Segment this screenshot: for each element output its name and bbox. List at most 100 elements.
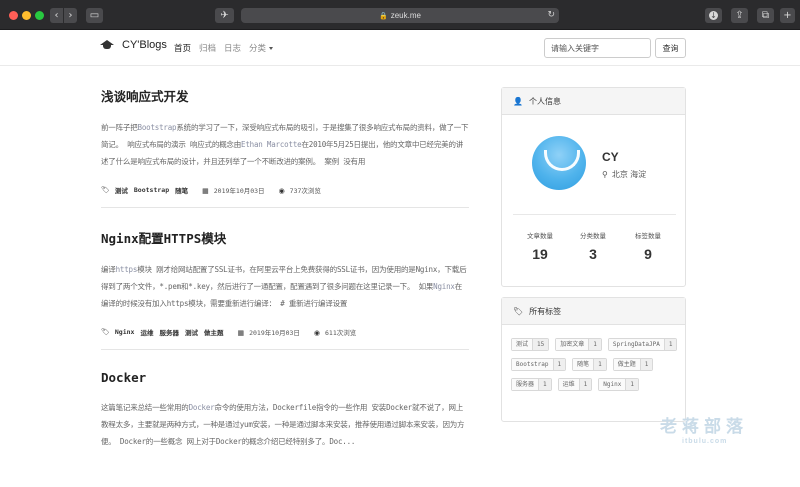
search-input[interactable]	[544, 38, 651, 58]
tags-panel-header: 🏷 所有标签	[502, 298, 685, 325]
back-icon[interactable]: ‹	[50, 8, 63, 23]
tags-panel: 🏷 所有标签 测试 15 加密文章 1 SpringDataJPA 1 Bootstrap 1 随…	[501, 297, 686, 422]
stat-categories[interactable]: 分类数量 3	[568, 230, 618, 262]
tag-icon: 🏷	[101, 328, 110, 336]
map-marker-icon: ⚲	[602, 170, 608, 179]
forward-icon[interactable]: ›	[64, 8, 77, 23]
caret-down-icon	[269, 47, 274, 51]
calendar-icon: ▦	[202, 187, 209, 195]
stat-label: 文章数量	[527, 233, 553, 240]
downloads-button[interactable]: ↓	[705, 8, 722, 23]
minimize-window-button[interactable]	[22, 11, 31, 20]
post-tag-link[interactable]: 做主题	[204, 327, 224, 337]
address-bar[interactable]: 🔒 zeuk.me ↻	[241, 8, 559, 23]
post-tag-link[interactable]: 服务器	[159, 327, 179, 337]
tag-chip-count: 1	[663, 339, 677, 350]
browser-toolbar: ‹ › ▭ ✈ 🔒 zeuk.me ↻ ↓ ⇪ ⧉ +	[0, 0, 800, 30]
post-tag-link[interactable]: 测试	[185, 327, 198, 337]
tag-chip[interactable]: 加密文章 1	[555, 338, 602, 351]
tags-icon: 🏷	[513, 307, 524, 316]
stat-tags[interactable]: 标签数量 9	[623, 230, 673, 262]
tab-overview-icon[interactable]: ⧉	[757, 8, 774, 23]
post-views: ◉ 737次浏览	[279, 185, 321, 195]
tag-chip-name: Bootstrap	[512, 359, 553, 370]
tag-cloud: 测试 15 加密文章 1 SpringDataJPA 1 Bootstrap 1 随笔 1 做主题 1…	[511, 338, 681, 391]
tag-icon: 🏷	[101, 186, 110, 194]
profile-location-text: 北京 海淀	[611, 170, 647, 179]
stat-articles[interactable]: 文章数量 19	[515, 230, 565, 262]
post-views-text: 737次浏览	[289, 187, 321, 195]
post-excerpt: 这篇笔记来总结一些常用的Docker命令的使用方法，Dockerfile指令的一…	[101, 399, 469, 450]
tag-chip[interactable]: 测试 15	[511, 338, 550, 351]
post-date: ▦ 2019年10月03日	[237, 327, 299, 337]
sidebar-toggle-icon[interactable]: ▭	[86, 8, 103, 23]
address-url: zeuk.me	[390, 11, 421, 20]
post-tag-link[interactable]: Nginx	[115, 328, 135, 336]
profile-panel-header: 👤 个人信息	[502, 88, 685, 115]
excerpt-text: 模块 刚才给网站配置了SSL证书，在阿里云平台上免费获得的SSL证书，因为使用的…	[101, 265, 467, 291]
post-title[interactable]: 浅谈响应式开发	[101, 86, 469, 105]
post-item: Docker 这篇笔记来总结一些常用的Docker命令的使用方法，Dockerfi…	[101, 350, 469, 462]
watermark-domain: itbulu.com	[682, 438, 728, 445]
tag-chip[interactable]: Nginx 1	[598, 378, 639, 391]
tags-panel-title: 所有标签	[529, 307, 562, 316]
post-date-text: 2019年10月03日	[213, 187, 265, 195]
user-icon: 👤	[513, 97, 523, 106]
extension-icon[interactable]: ✈	[215, 8, 234, 23]
nav-journal[interactable]: 日志	[224, 42, 241, 54]
stat-label: 分类数量	[580, 233, 606, 240]
share-icon[interactable]: ⇪	[731, 8, 748, 23]
post-excerpt: 前一阵子把Bootstrap系统的学习了一下，深受响应式布局的吸引，于是搜集了很…	[101, 119, 469, 170]
main-menu: 首页 归档 日志 分类	[174, 42, 274, 54]
tag-chip-name: 运维	[558, 379, 579, 390]
tag-chip-name: SpringDataJPA	[608, 339, 664, 350]
excerpt-text: 这篇笔记来总结一些常用的	[101, 403, 189, 412]
post-excerpt: 编译https模块 刚才给网站配置了SSL证书，在阿里云平台上免费获得的SSL证…	[101, 261, 469, 312]
stat-value: 19	[532, 246, 548, 262]
nav-home[interactable]: 首页	[174, 42, 191, 54]
eye-icon: ◉	[313, 329, 321, 337]
avatar[interactable]	[532, 136, 586, 190]
post-title[interactable]: Docker	[101, 370, 469, 385]
tag-chip-count: 1	[625, 379, 638, 390]
tag-chip[interactable]: 做主题 1	[612, 358, 654, 371]
post-tag-link[interactable]: 测试	[115, 185, 128, 195]
post-tag-link[interactable]: Bootstrap	[134, 186, 169, 194]
post-tag-link[interactable]: 随笔	[175, 185, 188, 195]
post-list: 浅谈响应式开发前一阵子把Bootstrap系统的学习了一下，深受响应式布局的吸引…	[101, 66, 469, 462]
reload-icon[interactable]: ↻	[547, 8, 555, 23]
post-item: Nginx配置HTTPS模块编译https模块 刚才给网站配置了SSL证书，在阿…	[101, 208, 469, 350]
nav-archive[interactable]: 归档	[199, 42, 216, 54]
tag-chip[interactable]: 服务器 1	[511, 378, 552, 391]
profile-divider	[513, 214, 676, 215]
tag-chip[interactable]: 随笔 1	[572, 358, 607, 371]
post-item: 浅谈响应式开发前一阵子把Bootstrap系统的学习了一下，深受响应式布局的吸引…	[101, 66, 469, 208]
excerpt-highlight: Ethan Marcotte	[241, 140, 302, 149]
excerpt-text: 编译	[101, 265, 116, 274]
close-window-button[interactable]	[9, 11, 18, 20]
post-title[interactable]: Nginx配置HTTPS模块	[101, 228, 469, 247]
brand-name: CY'Blogs	[122, 39, 167, 51]
stat-value: 9	[644, 246, 652, 262]
tag-chip[interactable]: SpringDataJPA 1	[607, 338, 678, 351]
profile-location: ⚲ 北京 海淀	[602, 169, 646, 180]
post-tag-link[interactable]: 运维	[140, 327, 153, 337]
tag-chip[interactable]: 运维 1	[557, 378, 593, 391]
profile-panel-title: 个人信息	[528, 97, 561, 106]
tag-chip-name: 测试	[512, 339, 533, 350]
search-button[interactable]: 查询	[655, 38, 686, 58]
post-views: ◉ 611次浏览	[314, 327, 356, 337]
nav-categories-dropdown[interactable]: 分类	[249, 42, 274, 54]
stat-value: 3	[589, 246, 597, 262]
post-meta: 🏷 测试 Bootstrap 随笔 ▦ 2019年10月03日 ◉ 737次浏览	[101, 185, 469, 195]
excerpt-highlight: Docker	[188, 403, 215, 412]
profile-panel: 👤 个人信息 CY ⚲ 北京 海淀 文章数量 19 分类数量 3 标签数量 9	[501, 87, 686, 287]
stat-label: 标签数量	[635, 233, 661, 240]
brand-link[interactable]: CY'Blogs	[100, 39, 167, 51]
tag-chip-count: 1	[538, 379, 551, 390]
new-tab-icon[interactable]: +	[780, 8, 795, 23]
tag-chip[interactable]: Bootstrap 1	[511, 358, 567, 371]
excerpt-highlight: Bootstrap	[137, 123, 177, 132]
excerpt-highlight: Nginx	[433, 282, 455, 291]
zoom-window-button[interactable]	[35, 11, 44, 20]
